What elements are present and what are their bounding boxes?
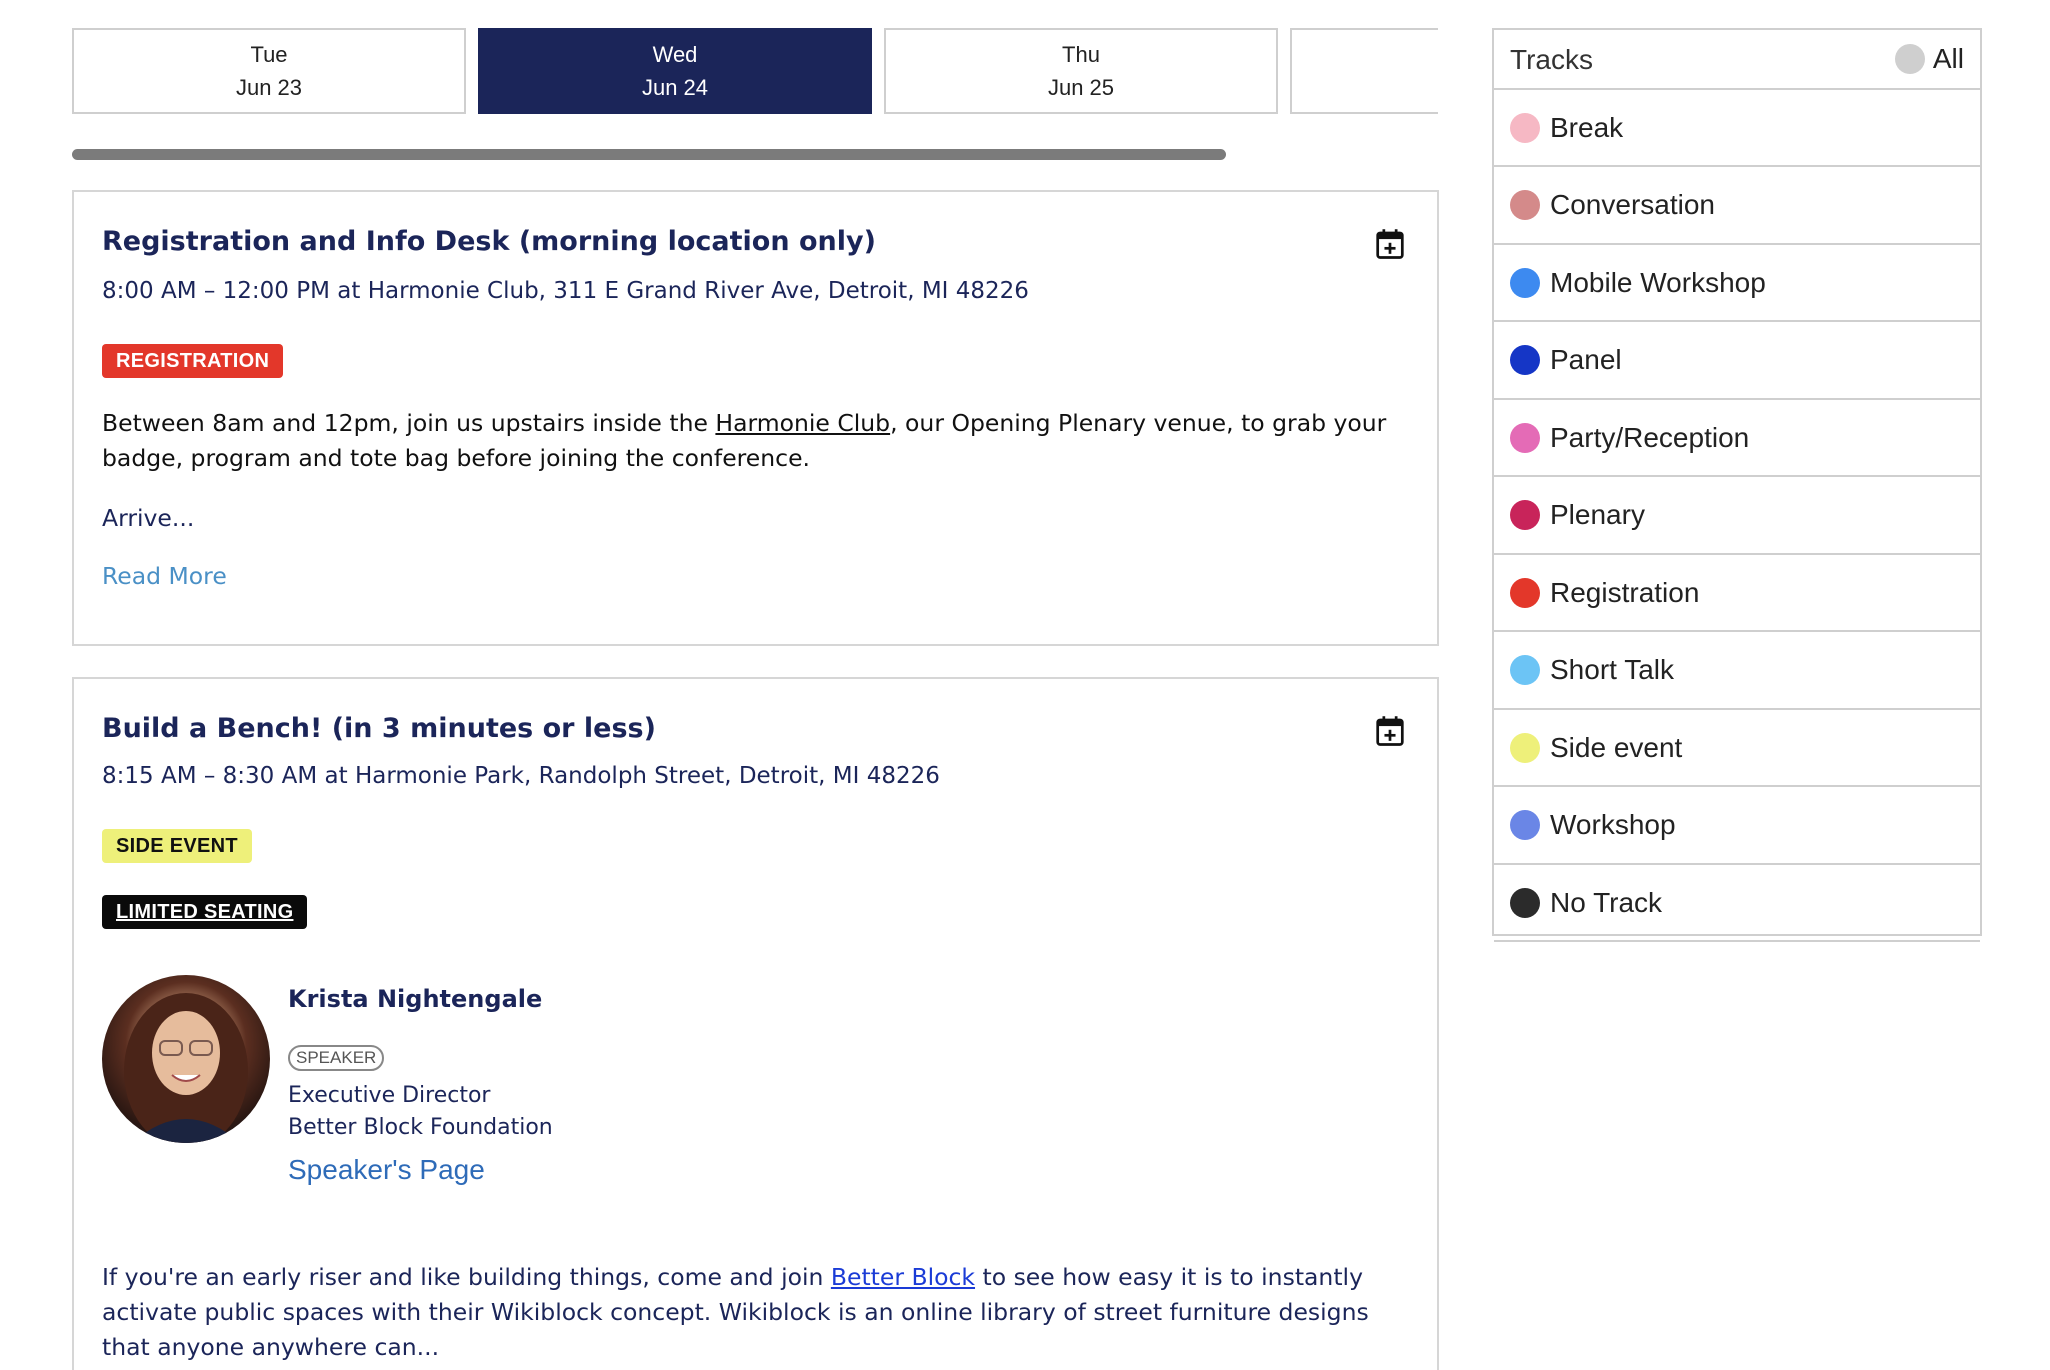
session-description: Between 8am and 12pm, join us upstairs i…: [102, 406, 1412, 476]
track-color-dot: [1510, 112, 1540, 143]
read-more-link[interactable]: Read More: [102, 562, 227, 590]
session-title[interactable]: Build a Bench! (in 3 minutes or less): [102, 713, 656, 744]
tracks-filter-panel: Tracks All Break Conversation Mobile Works…: [1492, 28, 1982, 942]
track-filter-side-event[interactable]: Side event: [1494, 710, 1980, 787]
track-color-dot: [1510, 810, 1540, 840]
speaker-name[interactable]: Krista Nightengale: [288, 985, 542, 1013]
session-card: Build a Bench! (in 3 minutes or less) 8:…: [72, 677, 1439, 1370]
track-label: Conversation: [1550, 189, 1715, 220]
day-tab-thu[interactable]: Thu Jun 25: [884, 28, 1278, 114]
track-color-dot: [1510, 887, 1540, 918]
track-filter-panel[interactable]: Panel: [1494, 323, 1980, 400]
add-to-calendar-icon[interactable]: [1375, 228, 1405, 260]
day-tab-wed[interactable]: Wed Jun 24: [478, 28, 872, 114]
speaker-org: Better Block Foundation: [288, 1115, 553, 1140]
track-label: Party/Reception: [1550, 421, 1750, 453]
speaker-role-badge: SPEAKER: [288, 1045, 385, 1071]
tracks-title: Tracks: [1510, 44, 1593, 75]
day-tabs: Tue Jun 23 Wed Jun 24 Thu Jun 25: [72, 28, 1438, 116]
track-filter-break[interactable]: Break: [1494, 90, 1980, 167]
track-badge-registration[interactable]: REGISTRATION: [102, 344, 284, 378]
track-filter-no-track[interactable]: No Track: [1494, 865, 1980, 942]
track-filter-short-talk[interactable]: Short Talk: [1494, 633, 1980, 710]
speaker-title: Executive Director: [288, 1083, 491, 1108]
tracks-all-toggle[interactable]: All: [1894, 43, 1964, 75]
track-color-dot: [1510, 190, 1540, 220]
session-card: Registration and Info Desk (morning loca…: [72, 190, 1439, 646]
track-label: Side event: [1550, 731, 1683, 763]
description-text: If you're an early riser and like buildi…: [102, 1263, 831, 1291]
track-label: Short Talk: [1550, 654, 1674, 685]
track-color-dot: [1510, 732, 1540, 763]
track-color-dot: [1510, 422, 1540, 453]
session-time-location: 8:15 AM – 8:30 AM at Harmonie Park, Rand…: [102, 763, 940, 789]
track-label: Mobile Workshop: [1550, 266, 1766, 298]
session-time: 8:15 AM – 8:30 AM: [102, 763, 318, 789]
description-truncated: Arrive...: [102, 504, 195, 532]
track-color-dot: [1510, 655, 1540, 685]
venue-link[interactable]: Harmonie Club: [715, 409, 890, 437]
day-weekday: Wed: [652, 42, 698, 67]
track-color-dot: [1510, 500, 1540, 530]
track-color-dot: [1510, 345, 1540, 375]
limited-seating-badge[interactable]: LIMITED SEATING: [102, 895, 308, 929]
day-weekday: Tue: [250, 42, 288, 67]
speaker-photo: [124, 993, 248, 1143]
track-filter-party-reception[interactable]: Party/Reception: [1494, 400, 1980, 477]
track-label: Plenary: [1550, 499, 1645, 530]
day-date: Jun 23: [235, 75, 303, 100]
track-label: Break: [1550, 111, 1624, 143]
session-description: If you're an early riser and like buildi…: [102, 1260, 1412, 1365]
track-filter-workshop[interactable]: Workshop: [1494, 788, 1980, 865]
session-time-location: 8:00 AM – 12:00 PM at Harmonie Club, 311…: [102, 278, 1029, 304]
track-filter-registration[interactable]: Registration: [1494, 555, 1980, 632]
session-title[interactable]: Registration and Info Desk (morning loca…: [102, 226, 876, 257]
track-filter-mobile-workshop[interactable]: Mobile Workshop: [1494, 245, 1980, 322]
add-to-calendar-icon[interactable]: [1375, 715, 1405, 747]
day-date: Jun 25: [1047, 75, 1115, 100]
track-label: Workshop: [1550, 809, 1676, 840]
day-tab-tue[interactable]: Tue Jun 23: [72, 28, 466, 114]
horizontal-scrollbar[interactable]: [72, 149, 1226, 160]
session-time: 8:00 AM – 12:00 PM: [102, 278, 330, 304]
session-location: at Harmonie Club, 311 E Grand River Ave,…: [337, 278, 1029, 304]
day-date: Jun 24: [641, 75, 709, 100]
tracks-header: Tracks All: [1494, 30, 1980, 90]
track-filter-conversation[interactable]: Conversation: [1494, 168, 1980, 245]
day-tab-next[interactable]: [1290, 28, 1438, 114]
all-label: All: [1932, 43, 1964, 74]
track-label: Panel: [1550, 344, 1622, 375]
organization-link[interactable]: Better Block: [831, 1263, 975, 1291]
speaker-avatar[interactable]: [102, 975, 270, 1143]
session-location: at Harmonie Park, Randolph Street, Detro…: [324, 763, 940, 789]
track-label: No Track: [1550, 886, 1663, 918]
day-weekday: Thu: [1062, 42, 1100, 67]
speaker-page-link[interactable]: Speaker's Page: [288, 1154, 485, 1186]
track-filter-plenary[interactable]: Plenary: [1494, 478, 1980, 555]
track-color-dot: [1510, 267, 1540, 298]
all-color-dot: [1894, 44, 1925, 74]
track-label: Registration: [1550, 576, 1700, 608]
track-color-dot: [1510, 577, 1540, 608]
track-badge-side-event[interactable]: SIDE EVENT: [102, 829, 252, 863]
description-text: Between 8am and 12pm, join us upstairs i…: [102, 409, 716, 437]
